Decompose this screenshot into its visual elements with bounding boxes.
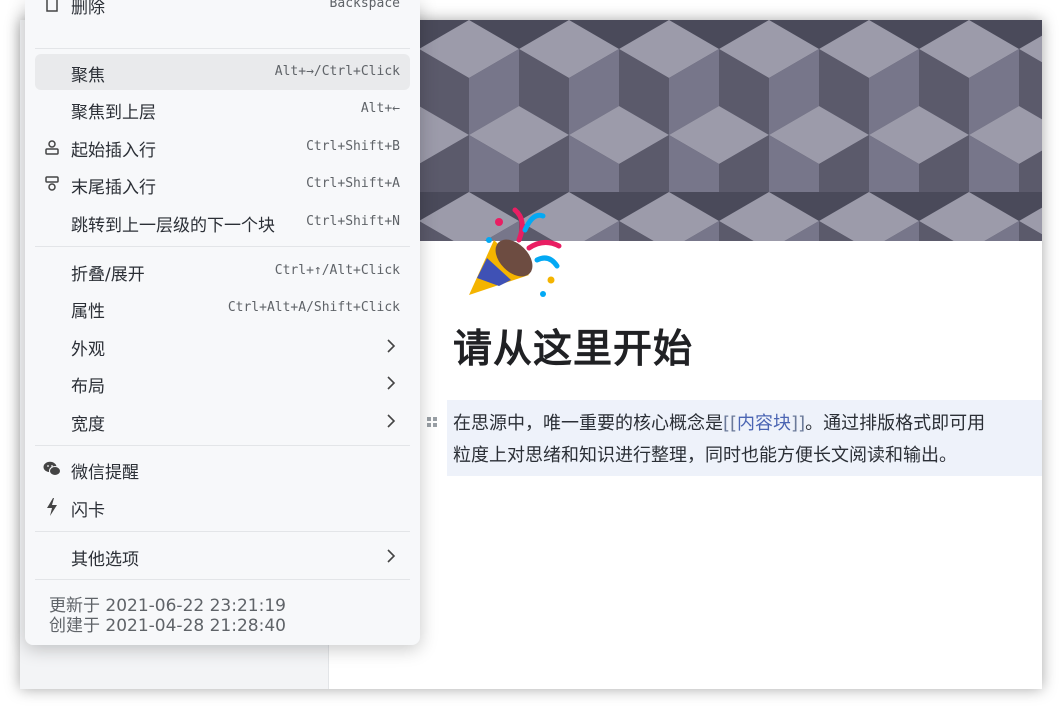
block-ref-link[interactable]: 内容块 <box>737 413 791 434</box>
page-title[interactable]: 请从这里开始 <box>453 318 693 374</box>
menu-item-flashcard[interactable]: 闪卡 <box>35 489 410 525</box>
chevron-right-icon <box>386 548 396 564</box>
drag-handle-icon[interactable] <box>425 414 439 428</box>
menu-item-focus-parent[interactable]: 聚焦到上层 Alt+← <box>35 91 410 127</box>
menu-item-width[interactable]: 宽度 <box>35 403 410 439</box>
paragraph-line-1: 在思源中，唯一重要的核心概念是[[内容块]]。通过排版格式即可用 <box>453 413 986 434</box>
block-context-menu: 删除 Backspace 聚焦 Alt+→/Ctrl+Click 聚焦到上层 A… <box>25 0 420 645</box>
chevron-right-icon <box>386 413 396 429</box>
created-timestamp: 创建于 2021-04-28 21:28:40 <box>49 616 286 636</box>
menu-separator <box>35 48 410 49</box>
menu-separator <box>35 445 410 446</box>
menu-item-fold[interactable]: 折叠/展开 Ctrl+↑/Alt+Click <box>35 253 410 289</box>
menu-item-delete[interactable]: 删除 Backspace <box>35 0 410 22</box>
menu-separator <box>35 531 410 532</box>
menu-item-attributes[interactable]: 属性 Ctrl+Alt+A/Shift+Click <box>35 290 410 326</box>
menu-item-appearance[interactable]: 外观 <box>35 328 410 364</box>
trash-icon <box>43 0 61 13</box>
chevron-right-icon <box>386 338 396 354</box>
insert-after-icon <box>43 175 61 193</box>
menu-separator <box>35 246 410 247</box>
menu-item-other-options[interactable]: 其他选项 <box>35 538 410 574</box>
menu-separator <box>35 579 410 580</box>
menu-item-wechat-reminder[interactable]: 微信提醒 <box>35 451 410 487</box>
party-popper-icon[interactable] <box>459 200 569 300</box>
cube-pattern <box>329 20 1042 241</box>
menu-item-focus[interactable]: 聚焦 Alt+→/Ctrl+Click <box>35 54 410 90</box>
lightning-icon <box>43 498 61 516</box>
editor: 请从这里开始 在思源中，唯一重要的核心概念是[[内容块]]。通过排版格式即可用 … <box>329 20 1042 689</box>
chevron-right-icon <box>386 375 396 391</box>
menu-item-layout[interactable]: 布局 <box>35 365 410 401</box>
menu-item-jump-next-parent[interactable]: 跳转到上一层级的下一个块 Ctrl+Shift+N <box>35 204 410 240</box>
wechat-icon <box>43 460 61 478</box>
paragraph-line-2: 粒度上对思绪和知识进行整理，同时也能方便长文阅读和输出。 <box>453 445 957 466</box>
insert-before-icon <box>43 138 61 156</box>
cover-banner <box>329 20 1042 241</box>
paragraph-block[interactable]: 在思源中，唯一重要的核心概念是[[内容块]]。通过排版格式即可用 粒度上对思绪和… <box>447 400 1042 476</box>
menu-item-insert-before[interactable]: 起始插入行 Ctrl+Shift+B <box>35 129 410 165</box>
menu-item-insert-after[interactable]: 末尾插入行 Ctrl+Shift+A <box>35 166 410 202</box>
